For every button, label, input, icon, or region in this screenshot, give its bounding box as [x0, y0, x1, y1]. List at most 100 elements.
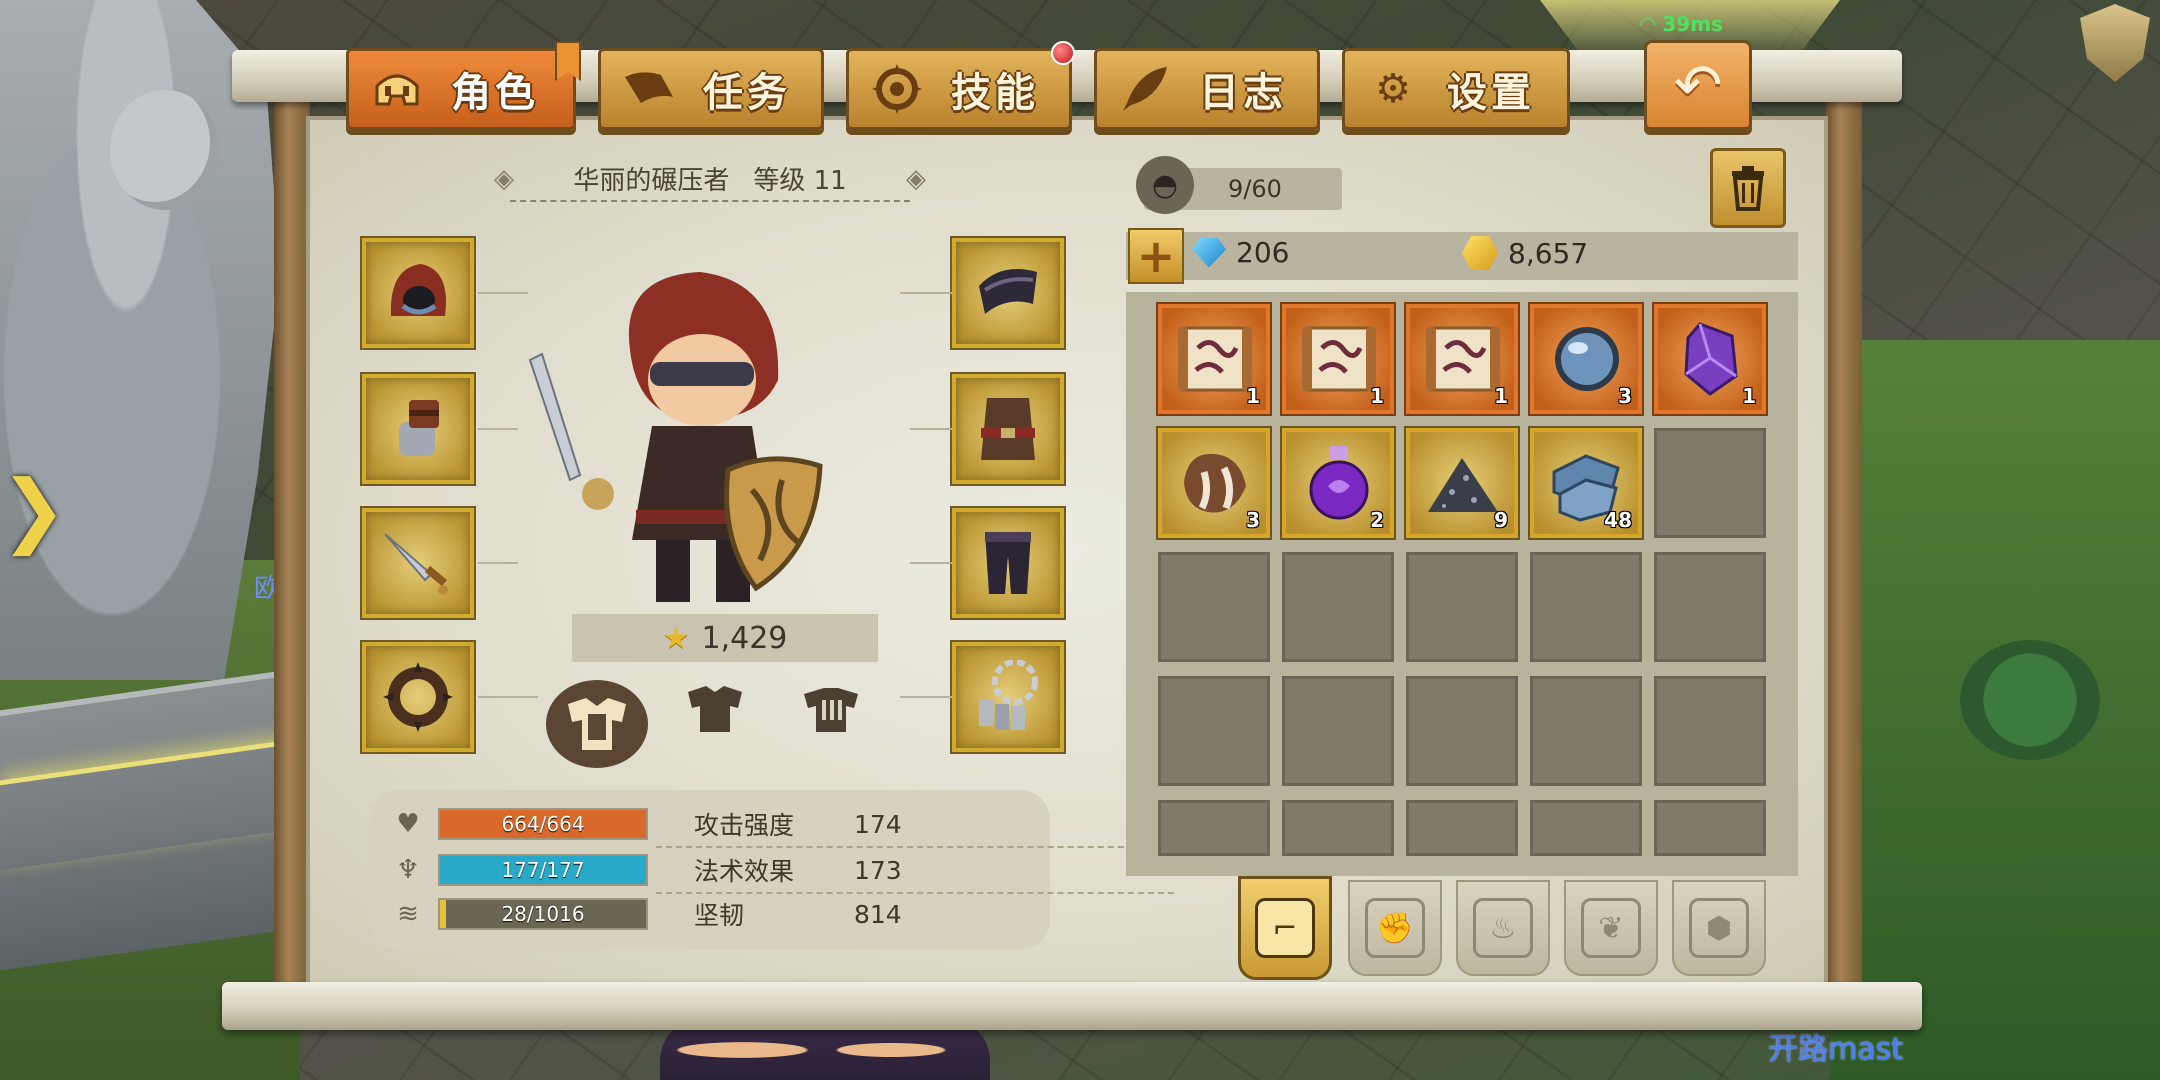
mana-icon: ♆: [396, 855, 420, 885]
inventory-slot-empty[interactable]: [1654, 800, 1766, 856]
scroll-left-arrow-icon[interactable]: ❯: [0, 470, 67, 550]
inventory-slot-empty[interactable]: [1654, 428, 1766, 538]
hero-portrait[interactable]: [520, 270, 840, 610]
inventory-slot-empty[interactable]: [1654, 676, 1766, 786]
tab-label: 角色: [451, 70, 539, 116]
equip-slot-hands[interactable]: [362, 374, 474, 484]
equip-slot-head[interactable]: [362, 238, 474, 348]
inventory-slot[interactable]: 1: [1282, 304, 1394, 414]
combat-power-value: 1,429: [701, 620, 788, 656]
chevron-left-icon: ◈: [494, 164, 514, 194]
gemstone-icon: ⬢: [1689, 898, 1749, 958]
player-name[interactable]: 开路mast: [1768, 1024, 1903, 1068]
inventory-slot-empty[interactable]: [1654, 552, 1766, 662]
gear-set-2-button[interactable]: [680, 680, 750, 740]
add-currency-button[interactable]: +: [1128, 228, 1184, 284]
armor-set-3-icon: [804, 688, 858, 732]
inventory-slot-empty[interactable]: [1406, 800, 1518, 856]
blue-orb-icon: [1555, 327, 1619, 391]
discard-button[interactable]: [1710, 148, 1786, 228]
gear-set-3-button[interactable]: [796, 680, 866, 740]
chain-necklace-icon: [979, 660, 1038, 730]
equip-slot-chest[interactable]: [952, 374, 1064, 484]
gear-icon: ⚙: [1375, 66, 1411, 112]
equip-slot-weapon[interactable]: [362, 508, 474, 618]
scroll-rod-bottom: [222, 982, 1922, 1030]
star-icon: ★: [662, 620, 690, 656]
wifi-icon: ◠: [1640, 12, 1656, 36]
sword-icon: [384, 533, 448, 595]
bag-capacity-value: 9/60: [1228, 175, 1282, 203]
inventory-slot-empty[interactable]: [1530, 552, 1642, 662]
statue-face: [110, 90, 220, 210]
back-button[interactable]: ↶: [1644, 40, 1752, 130]
stat-label: 攻击强度: [694, 811, 795, 840]
equip-slot-shoulders[interactable]: [952, 238, 1064, 348]
category-tab-gems[interactable]: ⬢: [1672, 880, 1766, 976]
spiked-ring-icon: [383, 662, 453, 732]
equip-slot-ring[interactable]: [362, 642, 474, 752]
inventory-slot[interactable]: 48: [1530, 428, 1642, 538]
inventory-slot[interactable]: 2: [1282, 428, 1394, 538]
gem-balance: 206: [1192, 236, 1289, 269]
inventory-slot[interactable]: 9: [1406, 428, 1518, 538]
stats-panel: ♥ 664/664 攻击强度 174 ♆ 177/177 法术效果 173 ≋ …: [370, 790, 1174, 950]
tab-journal[interactable]: 日志: [1094, 48, 1320, 130]
leaf-icon: ❦: [1581, 898, 1641, 958]
item-quantity: 2: [1370, 508, 1384, 532]
ore-pile-icon: [1428, 458, 1498, 512]
category-tab-all[interactable]: ⌐: [1238, 876, 1332, 980]
category-tab-potions[interactable]: ♨: [1456, 880, 1550, 976]
purple-crystal-icon: [1684, 322, 1738, 396]
slot-connector: [900, 696, 952, 698]
tab-settings[interactable]: ⚙ 设置: [1342, 48, 1570, 130]
slot-connector: [478, 562, 518, 564]
shield-emblem-icon[interactable]: [2080, 4, 2150, 82]
leg-armor-icon: [985, 532, 1031, 594]
inventory-slot-empty[interactable]: [1158, 800, 1270, 856]
inventory-slot-empty[interactable]: [1282, 800, 1394, 856]
tab-quests[interactable]: 任务: [598, 48, 824, 130]
xp-icon: ≋: [397, 899, 419, 929]
plus-icon: +: [1136, 229, 1176, 283]
character-name: 华丽的碾压者: [573, 165, 730, 196]
potion-icon: ♨: [1473, 898, 1533, 958]
character-title: ◈ 华丽的碾压者 等级 11 ◈: [494, 156, 926, 202]
inventory-slot[interactable]: 3: [1530, 304, 1642, 414]
equip-slot-neck[interactable]: [952, 642, 1064, 752]
recipe-scroll-icon: [1178, 326, 1252, 392]
item-quantity: 9: [1494, 508, 1508, 532]
chevron-right-icon: ◈: [906, 164, 926, 194]
category-tab-materials[interactable]: ✊: [1348, 880, 1442, 976]
equip-slot-legs[interactable]: [952, 508, 1064, 618]
ping-text: 39ms: [1662, 12, 1723, 36]
hero-hand: [582, 478, 614, 510]
inventory-slot[interactable]: 1: [1158, 304, 1270, 414]
inventory-slot-empty[interactable]: [1530, 800, 1642, 856]
inventory-slot-empty[interactable]: [1158, 676, 1270, 786]
inventory-slot[interactable]: 1: [1654, 304, 1766, 414]
inventory-slot-empty[interactable]: [1282, 676, 1394, 786]
health-value: 664/664: [501, 812, 585, 836]
inventory-slot-empty[interactable]: [1406, 676, 1518, 786]
tab-label: 任务: [703, 70, 791, 116]
mana-bar: 177/177: [438, 854, 648, 886]
stat-row-experience: ≋ 28/1016 坚韧 814: [390, 894, 934, 934]
inventory-slot-empty[interactable]: [1158, 552, 1270, 662]
inventory-slot-empty[interactable]: [1282, 552, 1394, 662]
back-arrow-icon: ↶: [1673, 51, 1723, 119]
inventory-slot[interactable]: 3: [1158, 428, 1270, 538]
stat-row-mana: ♆ 177/177 法术效果 173: [390, 850, 1174, 894]
heart-icon: ♥: [396, 809, 420, 839]
tab-character[interactable]: 角色: [346, 41, 581, 130]
tab-skills[interactable]: 技能: [846, 41, 1075, 130]
inventory-slot-empty[interactable]: [1530, 676, 1642, 786]
gear-set-1-button[interactable]: [546, 680, 648, 768]
inventory-slot-empty[interactable]: [1406, 552, 1518, 662]
inventory-slot[interactable]: 1: [1406, 304, 1518, 414]
armor-set-1-icon: [568, 698, 626, 750]
gem-icon: [1192, 237, 1226, 268]
scroll-icon: [619, 59, 679, 119]
slot-connector: [478, 696, 538, 698]
category-tab-herbs[interactable]: ❦: [1564, 880, 1658, 976]
